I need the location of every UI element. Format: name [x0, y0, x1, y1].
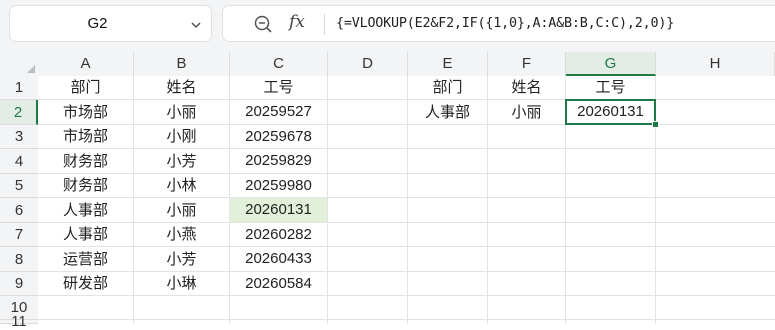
fx-icon[interactable]: fx [289, 12, 305, 32]
column-header-c[interactable]: C [230, 52, 328, 76]
column-header-f[interactable]: F [488, 52, 566, 76]
cell-a6[interactable]: 人事部 [38, 198, 133, 222]
chevron-down-icon[interactable] [189, 18, 203, 32]
cell-c5[interactable]: 20259980 [230, 174, 327, 197]
fill-handle[interactable] [652, 121, 659, 128]
cell-a3[interactable]: 市场部 [38, 125, 133, 148]
cell-a7[interactable]: 人事部 [38, 223, 133, 246]
row-header-2[interactable]: 2 [0, 100, 38, 125]
column-header-e[interactable]: E [408, 52, 488, 76]
cell-a9[interactable]: 研发部 [38, 272, 133, 295]
name-box[interactable]: G2 [9, 5, 212, 42]
cell-b2[interactable]: 小丽 [134, 100, 229, 124]
cell-f2[interactable]: 小丽 [488, 100, 565, 124]
cell-c3[interactable]: 20259678 [230, 125, 327, 148]
cell-c8[interactable]: 20260433 [230, 247, 327, 271]
cell-b9[interactable]: 小琳 [134, 272, 229, 295]
cell-b5[interactable]: 小林 [134, 174, 229, 197]
column-header-b[interactable]: B [134, 52, 230, 76]
cell-b1[interactable]: 姓名 [134, 76, 229, 99]
cell-a5[interactable]: 财务部 [38, 174, 133, 197]
spreadsheet-grid: A B C D E F G H 1 2 3 4 5 6 7 8 9 10 11 部门 姓名 工号 市场部 小丽 20259527… [0, 52, 775, 329]
cell-b6[interactable]: 小丽 [134, 198, 229, 222]
cell-g1[interactable]: 工号 [566, 76, 655, 99]
cell-g2[interactable]: 20260131 [565, 99, 656, 125]
formula-separator [324, 14, 325, 35]
name-box-value[interactable]: G2 [10, 15, 185, 32]
row-header-11[interactable]: 11 [0, 314, 38, 329]
cell-a2[interactable]: 市场部 [38, 100, 133, 124]
cell-b3[interactable]: 小刚 [134, 125, 229, 148]
formula-bar: G2 fx {=VLOOKUP(E2&F2,IF({1,0},A:A&B:B,C… [0, 0, 775, 52]
column-header-d[interactable]: D [328, 52, 408, 76]
cell-a1[interactable]: 部门 [38, 76, 133, 99]
cell-c6[interactable]: 20260131 [230, 198, 327, 222]
formula-input[interactable]: fx {=VLOOKUP(E2&F2,IF({1,0},A:A&B:B,C:C)… [222, 5, 775, 42]
cell-a8[interactable]: 运营部 [38, 247, 133, 271]
cell-b8[interactable]: 小芳 [134, 247, 229, 271]
cell-a4[interactable]: 财务部 [38, 149, 133, 173]
row-header-1[interactable]: 1 [0, 76, 38, 100]
cell-c4[interactable]: 20259829 [230, 149, 327, 173]
cell-c9[interactable]: 20260584 [230, 272, 327, 295]
cell-c7[interactable]: 20260282 [230, 223, 327, 246]
row-header-7[interactable]: 7 [0, 223, 38, 247]
cell-f1[interactable]: 姓名 [488, 76, 565, 99]
column-header-h[interactable]: H [656, 52, 775, 76]
row-header-4[interactable]: 4 [0, 149, 38, 174]
column-header-g[interactable]: G [566, 52, 656, 76]
column-header-a[interactable]: A [38, 52, 134, 76]
cell-b7[interactable]: 小燕 [134, 223, 229, 246]
row-header-8[interactable]: 8 [0, 247, 38, 272]
formula-text[interactable]: {=VLOOKUP(E2&F2,IF({1,0},A:A&B:B,C:C),2,… [336, 16, 674, 31]
row-header-3[interactable]: 3 [0, 125, 38, 149]
cell-e1[interactable]: 部门 [408, 76, 487, 99]
cell-b4[interactable]: 小芳 [134, 149, 229, 173]
select-all-corner[interactable] [0, 52, 38, 76]
cell-e2[interactable]: 人事部 [408, 100, 487, 124]
cell-c1[interactable]: 工号 [230, 76, 327, 99]
zoom-icon[interactable] [253, 14, 273, 34]
row-header-6[interactable]: 6 [0, 198, 38, 223]
row-header-9[interactable]: 9 [0, 272, 38, 296]
select-all-triangle-icon [27, 65, 35, 73]
row-header-5[interactable]: 5 [0, 174, 38, 198]
cell-c2[interactable]: 20259527 [230, 100, 327, 124]
grid-column-line [327, 76, 328, 324]
